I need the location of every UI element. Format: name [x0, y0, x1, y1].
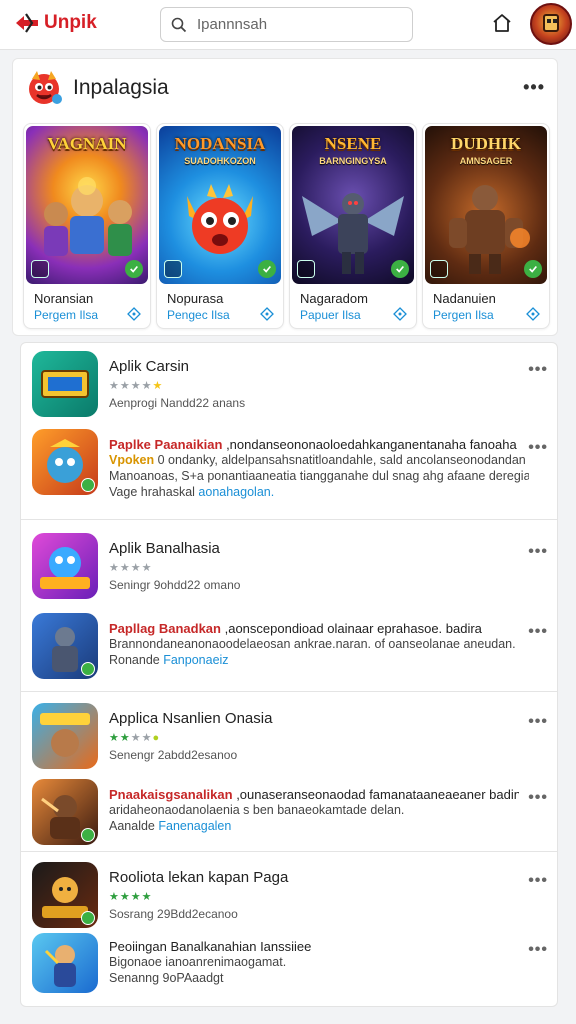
promo-title: Peoiingan Banalkanahian Ianssiiee: [109, 939, 312, 954]
featured-title: Inpalagsia: [73, 76, 169, 99]
diamond-icon[interactable]: [127, 307, 141, 321]
top-bar: Unpik: [0, 0, 576, 50]
promo-desc: Vage hrahaskal aonahagolan.: [109, 485, 275, 499]
app-icon: [32, 533, 98, 599]
logo[interactable]: Unpik: [14, 12, 97, 34]
star-rating: ★★★★★: [109, 380, 164, 392]
item-more-button[interactable]: •••: [528, 872, 548, 890]
check-icon: [81, 911, 95, 925]
search-input[interactable]: [197, 16, 397, 33]
app-title: Aplik Carsin: [109, 358, 190, 375]
search-icon: [171, 17, 187, 32]
game-art: NODANSIA SUADOHKOZON: [159, 126, 281, 284]
logo-icon: [16, 13, 38, 33]
item-more-button[interactable]: •••: [528, 789, 548, 807]
featured-tile[interactable]: NODANSIA SUADOHKOZON Nopurasa Pengec Ils…: [156, 123, 284, 329]
check-icon: [258, 260, 276, 278]
featured-header: Inpalagsia: [23, 67, 169, 109]
diamond-icon[interactable]: [526, 307, 540, 321]
featured-tile[interactable]: DUDHIK AMNSAGER Nadanuien Pergen Ilsa: [422, 123, 550, 329]
tile-link[interactable]: Papuer Ilsa: [300, 308, 361, 322]
item-more-button[interactable]: •••: [528, 941, 548, 959]
promo-desc: Aanalde Fanenagalen: [109, 819, 232, 833]
platform-icon: [164, 260, 182, 278]
tile-name: Nagaradom: [300, 291, 368, 306]
star-rating: ★★★★: [109, 562, 153, 574]
check-icon: [391, 260, 409, 278]
check-icon: [81, 828, 95, 842]
star-rating: ★★★★●: [109, 732, 161, 744]
promo-desc: Ronande Fanponaeiz: [109, 653, 229, 667]
app-icon: [32, 933, 98, 993]
app-icon: [32, 429, 98, 495]
app-icon: [32, 703, 98, 769]
game-art: NSENE BARNGINGYSA: [292, 126, 414, 284]
tile-link[interactable]: Pergem Ilsa: [34, 308, 98, 322]
tile-name: Nopurasa: [167, 291, 224, 306]
platform-icon: [31, 260, 49, 278]
divider: [21, 851, 557, 852]
featured-tile[interactable]: VAGNAIN Noransian Pergem Ilsa: [23, 123, 151, 329]
game-art: VAGNAIN: [26, 126, 148, 284]
promo-desc: Vpoken 0 ondanky, aldelpansahsnatitloand…: [109, 453, 526, 467]
featured-section: Inpalagsia ••• VAGNAIN Noransian Pergem …: [12, 58, 558, 336]
promo-desc: Brannondaneanonaoodelaeosan ankrae.naran…: [109, 637, 516, 651]
promo-desc: Senanng 9oPAaadgt: [109, 971, 224, 985]
divider: [21, 691, 557, 692]
check-icon: [81, 662, 95, 676]
item-more-button[interactable]: •••: [528, 623, 548, 641]
item-more-button[interactable]: •••: [528, 713, 548, 731]
tile-link[interactable]: Pergen Ilsa: [433, 308, 494, 322]
promo-desc: aridaheonaodanolaenia s ben banaeokamtad…: [109, 803, 405, 817]
promo-desc: Manoanoas, S+a ponantiaaneatia tianggana…: [109, 469, 529, 483]
platform-icon: [297, 260, 315, 278]
avatar[interactable]: [530, 3, 572, 45]
home-icon[interactable]: [491, 12, 513, 34]
promo-title: Papllag Banadkan ,aonscepondioad olainaa…: [109, 621, 482, 636]
app-title: Applica Nsanlien Onasia: [109, 710, 273, 727]
divider: [21, 519, 557, 520]
search-bar[interactable]: [160, 7, 413, 42]
promo-title: Paplke Paanaikian ,nondanseononaoloedahk…: [109, 437, 517, 452]
logo-text: Unpik: [44, 12, 97, 33]
platform-icon: [430, 260, 448, 278]
app-meta: Senengr 2abdd2esanoo: [109, 748, 238, 762]
app-icon: [32, 862, 98, 928]
app-list: Aplik Carsin ★★★★★ Aenprogi Nandd22 anan…: [20, 342, 558, 1007]
item-more-button[interactable]: •••: [528, 361, 548, 379]
check-icon: [125, 260, 143, 278]
app-meta: Aenprogi Nandd22 anans: [109, 396, 246, 410]
promo-title: Pnaakaisgsanalikan ,ounaseranseonaodad f…: [109, 787, 519, 802]
tile-name: Nadanuien: [433, 291, 496, 306]
app-icon: [32, 779, 98, 845]
diamond-icon[interactable]: [260, 307, 274, 321]
promo-desc: Bigonaoe ianoanrenimaogamat.: [109, 955, 287, 969]
tile-name: Noransian: [34, 291, 94, 306]
item-more-button[interactable]: •••: [528, 543, 548, 561]
app-title: Aplik Banalhasia: [109, 540, 220, 557]
app-icon: [32, 351, 98, 417]
game-art: DUDHIK AMNSAGER: [425, 126, 547, 284]
tile-link[interactable]: Pengec Ilsa: [167, 308, 230, 322]
app-icon: [32, 613, 98, 679]
featured-tile[interactable]: NSENE BARNGINGYSA Nagaradom Papuer Ilsa: [289, 123, 417, 329]
app-meta: Seningr 9ohdd22 omano: [109, 578, 241, 592]
diamond-icon[interactable]: [393, 307, 407, 321]
featured-more-button[interactable]: •••: [523, 77, 545, 98]
app-title: Rooliota lekan kapan Paga: [109, 869, 289, 886]
check-icon: [524, 260, 542, 278]
check-icon: [81, 478, 95, 492]
app-meta: Sosrang 29Bdd2ecanoo: [109, 907, 238, 921]
star-rating: ★★★★: [109, 891, 153, 903]
mascot-icon: [23, 67, 65, 109]
item-more-button[interactable]: •••: [528, 439, 548, 457]
